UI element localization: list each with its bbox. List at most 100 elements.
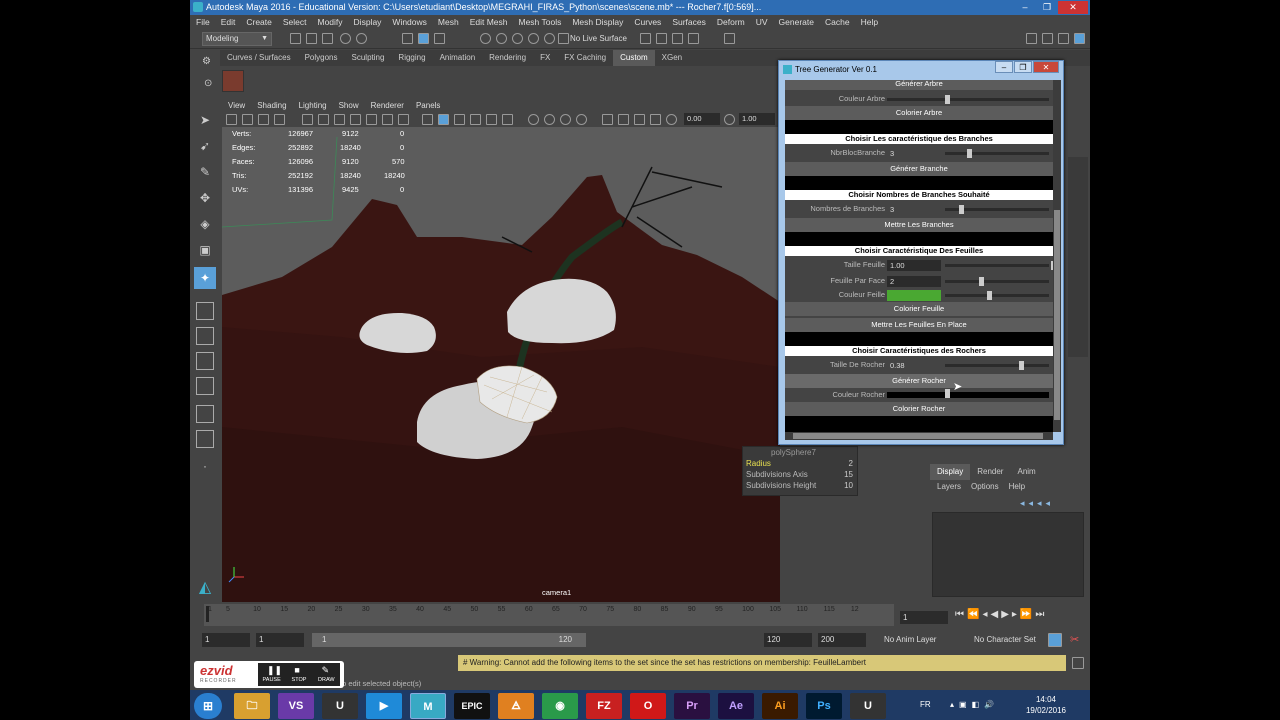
shelf-tab-custom[interactable]: Custom — [613, 50, 655, 66]
tab-display[interactable]: Display — [930, 464, 971, 480]
premiere-app[interactable]: Pr — [674, 693, 710, 719]
recorder-stop-button[interactable]: ■ STOP — [285, 663, 312, 686]
paint-select-icon[interactable]: ✎ — [194, 161, 216, 183]
smooth-shade-icon[interactable] — [438, 114, 449, 125]
hypershade-icon[interactable] — [688, 33, 699, 44]
snap-surface-icon[interactable] — [544, 33, 555, 44]
step-forward-frame-icon[interactable]: ▸ — [1012, 609, 1017, 620]
menu-create[interactable]: Create — [246, 17, 278, 27]
slider-track[interactable] — [945, 205, 1049, 214]
menu-mesh-display[interactable]: Mesh Display — [572, 17, 629, 27]
menu-file[interactable]: File — [196, 17, 216, 27]
input-node-title[interactable]: polySphere7 — [743, 447, 857, 458]
tree-window-vscroll[interactable] — [1053, 80, 1061, 432]
nombres-branches-field[interactable]: 3 — [887, 204, 941, 215]
wireframe-icon[interactable] — [422, 114, 433, 125]
attr-radius[interactable]: Radius 2 — [743, 458, 857, 469]
image-plane-icon[interactable] — [274, 114, 285, 125]
layout-outliner-icon[interactable] — [196, 377, 214, 395]
lights-icon[interactable] — [502, 114, 513, 125]
generer-arbre-button[interactable]: Générer Arbre — [785, 80, 1053, 90]
vp-menu-show[interactable]: Show — [333, 99, 365, 112]
tree-close-button[interactable]: ✕ — [1033, 61, 1059, 73]
vp-menu-panels[interactable]: Panels — [410, 99, 446, 112]
wireframe-on-shaded-icon[interactable] — [470, 114, 481, 125]
attr-value[interactable]: 2 — [849, 458, 853, 469]
auto-key-icon[interactable] — [1048, 633, 1062, 647]
new-scene-icon[interactable] — [290, 33, 301, 44]
feuille-par-face-field[interactable]: 2 — [887, 276, 941, 287]
mettre-feuilles-button[interactable]: Mettre Les Feuilles En Place — [785, 318, 1053, 332]
attr-subdivisions-axis[interactable]: Subdivisions Axis 15 — [743, 469, 857, 480]
step-back-key-icon[interactable]: ⏪ — [967, 609, 979, 620]
select-hierarchy-icon[interactable] — [402, 33, 413, 44]
save-scene-icon[interactable] — [322, 33, 333, 44]
couleur-feuille-swatch[interactable] — [887, 290, 941, 301]
open-scene-icon[interactable] — [306, 33, 317, 44]
epic-launcher-app[interactable]: EPIC — [454, 693, 490, 719]
media-app[interactable]: ▶ — [366, 693, 402, 719]
slider-handle[interactable] — [945, 95, 950, 104]
shelf-script-button[interactable] — [222, 70, 244, 92]
tray-icons[interactable]: ▴▣◧🔊 — [950, 700, 999, 709]
sidebar-toggle-icon[interactable] — [724, 33, 735, 44]
unity-app-2[interactable]: U — [850, 693, 886, 719]
more-layouts-icon[interactable]: · — [194, 455, 216, 477]
shelf-tab-fx[interactable]: FX — [533, 50, 557, 66]
slider-track[interactable] — [887, 389, 1049, 398]
menu-edit[interactable]: Edit — [221, 17, 242, 27]
default-material-icon[interactable] — [454, 114, 465, 125]
preferences-icon[interactable]: ✂ — [1070, 633, 1079, 646]
attr-value[interactable]: 10 — [844, 480, 853, 491]
layout-two-icon[interactable] — [196, 352, 214, 370]
tree-maximize-button[interactable]: ❐ — [1014, 61, 1032, 73]
slider-track[interactable] — [887, 95, 1049, 104]
menu-windows[interactable]: Windows — [392, 17, 432, 27]
couleur-arbre-slider[interactable]: Couleur Arbre — [785, 92, 1053, 106]
menu-cache[interactable]: Cache — [825, 17, 856, 27]
slider-track[interactable] — [945, 261, 1053, 270]
tool-settings-icon[interactable] — [1058, 33, 1069, 44]
layer-list[interactable] — [932, 512, 1084, 597]
shelf-tab-fx-caching[interactable]: FX Caching — [557, 50, 613, 66]
field-chart-icon[interactable] — [366, 114, 377, 125]
shelf-tab-xgen[interactable]: XGen — [655, 50, 689, 66]
taille-rocher-field[interactable]: 0.38 — [887, 360, 941, 371]
shelf-tab-polygons[interactable]: Polygons — [298, 50, 345, 66]
shelf-tab-sculpting[interactable]: Sculpting — [345, 50, 392, 66]
menu-uv[interactable]: UV — [756, 17, 774, 27]
layer-buttons-icon[interactable]: ◂◂◂◂ — [1020, 498, 1054, 509]
visual-studio-app[interactable]: VS — [278, 693, 314, 719]
menu-surfaces[interactable]: Surfaces — [672, 17, 712, 27]
viewport-3d[interactable]: Verts: 126967 9122 0 Edges: 252892 18240… — [222, 127, 780, 602]
maximize-button[interactable]: ❐ — [1036, 1, 1058, 14]
tree-window-titlebar[interactable]: Tree Generator Ver 0.1 ‒ ❐ ✕ — [779, 61, 1063, 78]
play-backward-icon[interactable]: ◀ — [990, 609, 998, 620]
textured-icon[interactable] — [486, 114, 497, 125]
recorder-pause-button[interactable]: ❚❚ PAUSE — [258, 663, 285, 686]
generer-rocher-button[interactable]: Générer Rocher — [785, 374, 1053, 388]
generer-branche-button[interactable]: Générer Branche — [785, 162, 1053, 176]
select-tool-icon[interactable]: ➤ — [194, 109, 216, 131]
minimize-button[interactable]: ‒ — [1014, 1, 1036, 14]
go-to-start-icon[interactable]: ⏮ — [955, 609, 964, 620]
layout-graph-icon[interactable] — [196, 405, 214, 423]
step-back-frame-icon[interactable]: ◂ — [982, 609, 987, 620]
shelf-menu-icon[interactable]: ⊙ — [204, 78, 212, 89]
gear-icon[interactable]: ⚙ — [202, 56, 211, 67]
tab-render[interactable]: Render — [970, 464, 1010, 480]
menu-mesh[interactable]: Mesh — [438, 17, 465, 27]
move-tool-icon[interactable]: ✥ — [194, 187, 216, 209]
nombres-branches-slider[interactable]: Nombres de Branches 3 — [785, 202, 1053, 216]
anti-aliasing-icon[interactable] — [576, 114, 587, 125]
step-forward-key-icon[interactable]: ⏩ — [1020, 609, 1032, 620]
couleur-rocher-slider[interactable]: Couleur Rocher — [785, 388, 1053, 402]
film-gate-icon[interactable] — [318, 114, 329, 125]
menu-edit-mesh[interactable]: Edit Mesh — [470, 17, 514, 27]
vp-menu-renderer[interactable]: Renderer — [365, 99, 410, 112]
camera-attr-icon[interactable] — [242, 114, 253, 125]
select-component-icon[interactable] — [434, 33, 445, 44]
magnet-icon[interactable] — [558, 33, 569, 44]
render-frame-icon[interactable] — [640, 33, 651, 44]
slider-handle[interactable] — [945, 389, 950, 398]
